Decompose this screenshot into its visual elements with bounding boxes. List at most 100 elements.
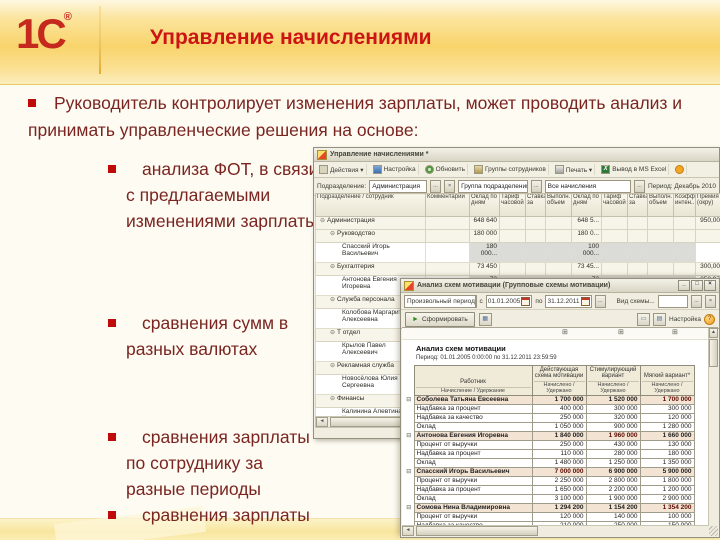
chart-icon[interactable]: ▦ (478, 312, 492, 326)
employee-total-row[interactable]: ⊟ Спасский Игорь Васильевич 7 000 000 6 900… (404, 467, 695, 477)
value-cell[interactable]: 180 000 (469, 229, 500, 243)
accrual-row[interactable]: Надбавка за процент 1 650 000 2 200 000 1 2… (404, 485, 695, 495)
value-cell[interactable] (647, 229, 674, 243)
row-name-cell[interactable]: Оклад (413, 422, 533, 432)
department-row[interactable]: ⊖ Бухгалтерия 73 450 73 45... 300,00 (315, 262, 720, 276)
calendar-icon[interactable] (521, 296, 531, 306)
column-group-expander-icon[interactable]: ⊞ (562, 329, 568, 337)
header-panel-icon[interactable]: ▭ (637, 312, 650, 326)
period-preset-select[interactable]: Произвольный период▼ (404, 294, 477, 308)
window2-titlebar[interactable]: Анализ схем мотивации (Групповые схемы м… (401, 279, 719, 293)
scheme-ellipsis-button[interactable]: ... (691, 294, 702, 308)
value-cell[interactable]: 180 000 (639, 449, 695, 459)
value-cell[interactable]: 3 100 000 (531, 494, 587, 504)
value-cell[interactable] (425, 229, 470, 243)
value-cell[interactable] (525, 242, 546, 263)
department-ellipsis-button[interactable]: ... (430, 180, 442, 193)
generate-button[interactable]: ► Сформировать (405, 311, 475, 327)
value-cell[interactable] (673, 229, 696, 243)
expander-icon[interactable]: ⊖ (320, 218, 325, 224)
value-cell[interactable]: 2 200 000 (585, 485, 641, 495)
column-header[interactable]: Премия (окру) (695, 193, 720, 217)
value-cell[interactable]: 5 900 000 (639, 467, 695, 477)
accrual-row[interactable]: Процент от выручки 2 250 000 2 800 000 1 80… (404, 476, 695, 486)
value-cell[interactable]: 1 154 200 (585, 503, 641, 513)
value-cell[interactable]: 300,00 (695, 262, 720, 276)
value-cell[interactable]: 100 000 (639, 512, 695, 522)
win2-vertical-scrollbar[interactable]: ▲ (708, 328, 718, 526)
value-cell[interactable] (601, 262, 628, 276)
highlighted-value-cell[interactable]: 1 960 000 (585, 431, 641, 441)
column-header[interactable]: Подразделение / сотрудник (315, 193, 426, 217)
value-cell[interactable]: 300 000 (639, 404, 695, 414)
value-cell[interactable] (545, 229, 572, 243)
row-gutter[interactable]: ⊟ (404, 467, 414, 477)
column-header[interactable]: Оклад по дням (469, 193, 500, 217)
value-cell[interactable]: 900 000 (585, 422, 641, 432)
accrual-row[interactable]: Оклад 3 100 000 1 900 000 2 900 000 (404, 494, 695, 504)
value-cell[interactable]: 648 5... (571, 216, 602, 230)
value-cell[interactable] (647, 242, 674, 263)
value-cell[interactable] (647, 216, 674, 230)
value-cell[interactable]: 250 000 (531, 440, 587, 450)
accrual-row[interactable]: Оклад 1 050 000 900 000 1 280 000 (404, 422, 695, 432)
value-cell[interactable] (545, 216, 572, 230)
toolbar-button-settings[interactable]: Настройка (371, 164, 419, 175)
value-cell[interactable] (673, 262, 696, 276)
row-name-cell[interactable]: Спасский Игорь Васильевич (315, 242, 426, 263)
department-row[interactable]: ⊖ Администрация 648 640 648 5... 950,00 (315, 216, 720, 230)
value-cell[interactable]: 400 000 (531, 404, 587, 414)
value-cell[interactable] (627, 216, 648, 230)
value-cell[interactable]: 1 250 000 (585, 458, 641, 468)
row-name-cell[interactable]: Антонова Евгения Игоревна (413, 431, 533, 441)
department-clear-button[interactable]: × (444, 180, 456, 193)
settings-label[interactable]: Настройка (669, 316, 701, 323)
value-cell[interactable]: 120 000 (531, 512, 587, 522)
value-cell[interactable] (425, 216, 470, 230)
expander-icon[interactable]: ⊖ (330, 396, 335, 402)
employee-total-row[interactable]: ⊟ Антонова Евгения Игоревна 1 840 000 1 960… (404, 431, 695, 441)
column-header[interactable]: Выполн. объем (545, 193, 572, 217)
accrual-row[interactable]: Процент от выручки 250 000 430 000 130 000 (404, 440, 695, 450)
value-cell[interactable]: 180 0... (571, 229, 602, 243)
scroll-left-icon[interactable]: ◄ (402, 526, 414, 536)
value-cell[interactable] (525, 262, 546, 276)
value-cell[interactable] (499, 262, 526, 276)
accrual-row[interactable]: Надбавка за процент 400 000 300 000 300 000 (404, 404, 695, 414)
value-cell[interactable]: 250 000 (531, 413, 587, 423)
value-cell[interactable] (627, 242, 648, 263)
highlighted-value-cell[interactable]: 1 700 000 (639, 395, 695, 405)
column-header[interactable]: Оклад по дням (571, 193, 602, 217)
value-cell[interactable]: 1 200 000 (639, 485, 695, 495)
maximize-button[interactable]: □ (691, 280, 703, 291)
toolbar-button-groups[interactable]: Группы сотрудников (472, 164, 549, 175)
value-cell[interactable]: 6 900 000 (585, 467, 641, 477)
row-gutter[interactable]: ⊟ (404, 503, 414, 513)
column-group-expander-icon[interactable]: ⊞ (618, 329, 624, 337)
value-cell[interactable] (425, 242, 470, 263)
row-name-cell[interactable]: Надбавка за качество (413, 413, 533, 423)
value-cell[interactable]: 950,00 (695, 216, 720, 230)
window1-titlebar[interactable]: Управление начислениями * (314, 148, 719, 162)
column-header[interactable]: Действующая схема мотивации Начислено / У… (531, 365, 587, 396)
value-cell[interactable]: 130 000 (639, 440, 695, 450)
value-cell[interactable]: 1 900 000 (585, 494, 641, 504)
value-cell[interactable]: 110 000 (531, 449, 587, 459)
row-name-cell[interactable]: ⊖ Руководство (315, 229, 426, 243)
column-header[interactable]: Ставка за (525, 193, 546, 217)
accruals-ellipsis-button[interactable]: ... (633, 180, 645, 193)
value-cell[interactable]: 1 280 000 (639, 422, 695, 432)
row-name-cell[interactable]: Оклад (413, 494, 533, 504)
value-cell[interactable]: 1 800 000 (639, 476, 695, 486)
value-cell[interactable] (647, 262, 674, 276)
value-cell[interactable] (601, 242, 628, 263)
department-filter-input[interactable]: Администрация (369, 180, 428, 193)
value-cell[interactable] (695, 229, 720, 243)
value-cell[interactable] (499, 229, 526, 243)
scroll-up-icon[interactable]: ▲ (709, 328, 718, 338)
row-name-cell[interactable]: ⊖ Бухгалтерия (315, 262, 426, 276)
value-cell[interactable]: 140 000 (585, 512, 641, 522)
value-cell[interactable]: 430 000 (585, 440, 641, 450)
value-cell[interactable] (545, 242, 572, 263)
row-name-cell[interactable]: Надбавка за процент (413, 485, 533, 495)
